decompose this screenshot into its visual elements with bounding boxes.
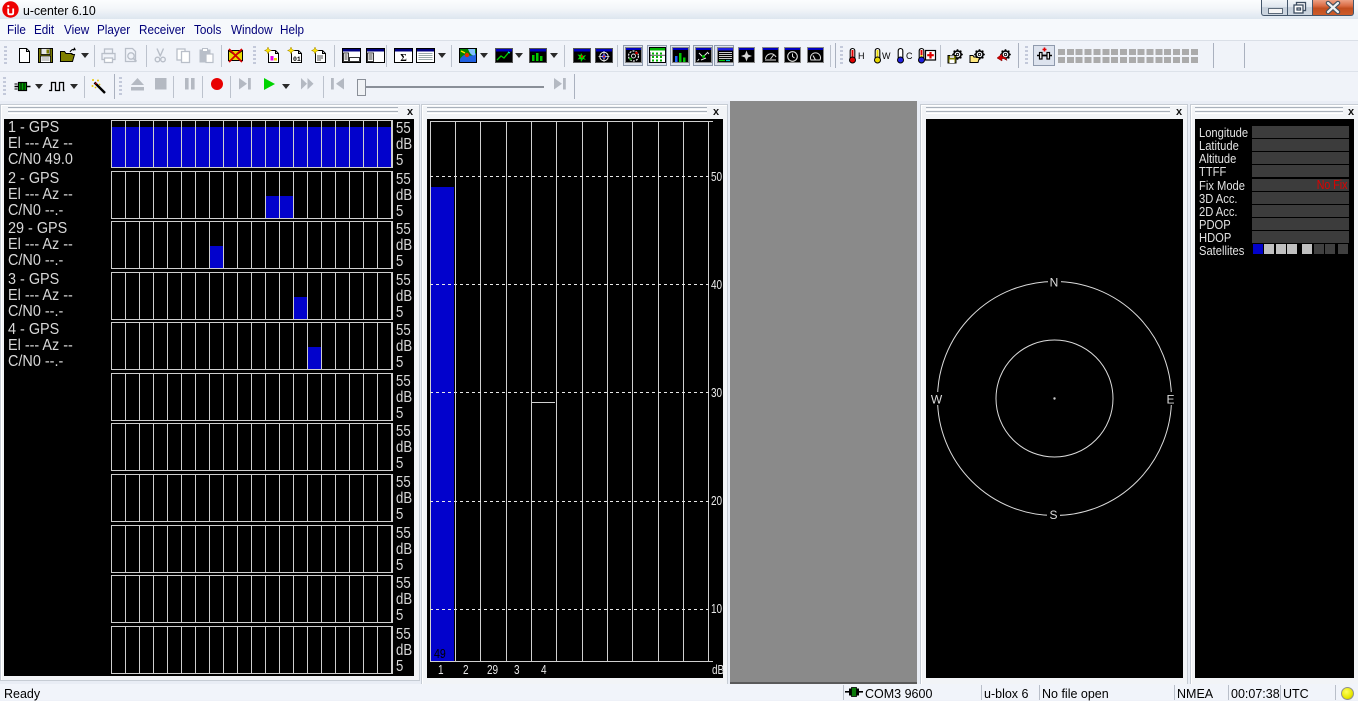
- svg-text:S: S: [1049, 508, 1057, 522]
- svg-text:W: W: [882, 51, 891, 61]
- svg-text:01: 01: [293, 56, 301, 63]
- svg-text:C: C: [906, 51, 913, 61]
- svg-text:W: W: [931, 393, 943, 407]
- svg-text:E: E: [1166, 393, 1174, 407]
- svg-text:Σ: Σ: [400, 53, 407, 64]
- svg-text:N: N: [1050, 276, 1059, 290]
- svg-text:H: H: [858, 51, 865, 61]
